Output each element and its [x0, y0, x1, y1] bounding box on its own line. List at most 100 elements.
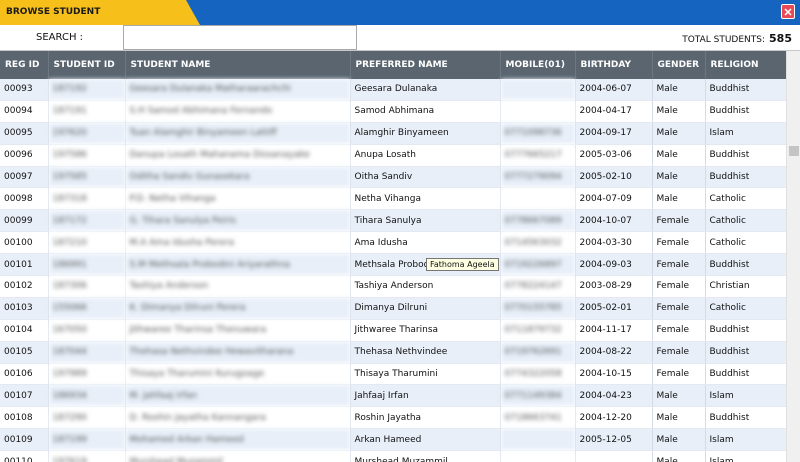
cell-mobile — [500, 428, 576, 452]
cell-student-id: 187192 — [48, 79, 126, 101]
cell-student-id: 187044 — [48, 341, 126, 364]
cell-reg-id: 00094 — [0, 100, 49, 123]
cell-mobile: 0719226897 — [500, 253, 576, 277]
cell-student-id: 197620 — [48, 122, 126, 145]
column-header-preferred-name[interactable]: PREFERRED NAME — [350, 51, 501, 79]
table-row[interactable]: 00097 197585 Oditha Sandiv Gunasekara Oitha… — [0, 166, 786, 189]
title-tab: BROWSE STUDENT — [0, 0, 200, 25]
table-row[interactable]: 00093 187192 Geesara Dulanaka Matharaarach… — [0, 79, 786, 101]
cell-preferred-name: Anupa Losath — [350, 144, 501, 167]
table-row[interactable]: 00101 186991 S.M Methsala Probodini Ariyar… — [0, 253, 786, 277]
title-bar: BROWSE STUDENT — [0, 0, 800, 25]
cell-student-id: 155066 — [48, 297, 126, 320]
column-header-student-id[interactable]: STUDENT ID — [48, 51, 126, 79]
cell-student-id: 197619 — [48, 450, 126, 462]
cell-reg-id: 00098 — [0, 187, 49, 211]
cell-mobile: 0714563032 — [500, 231, 576, 255]
cell-religion: Islam — [705, 384, 786, 408]
cell-reg-id: 00097 — [0, 166, 49, 189]
cell-gender: Male — [652, 100, 706, 123]
cell-student-id: 167050 — [48, 319, 126, 342]
table-row[interactable]: 00108 187290 D. Roshin Jayatha Kannangara R… — [0, 406, 786, 430]
cell-gender: Male — [652, 122, 706, 145]
column-header-student-name[interactable]: STUDENT NAME — [125, 51, 351, 79]
cell-mobile: 0778224147 — [500, 275, 576, 298]
cell-student-id: 187172 — [48, 209, 126, 233]
cell-gender: Female — [652, 297, 706, 320]
cell-reg-id: 00095 — [0, 122, 49, 145]
cell-student-name: M.A Ama Idusha Perera — [125, 231, 351, 255]
table-row[interactable]: 00103 155066 K. Dimanya Dilruni Perera Dima… — [0, 297, 786, 320]
student-grid[interactable]: REG ID STUDENT ID STUDENT NAME PREFERRED… — [0, 51, 786, 462]
cell-reg-id: 00102 — [0, 275, 49, 298]
search-bar: SEARCH : TOTAL STUDENTS: 585 — [0, 25, 800, 51]
cell-birthday: 2004-11-17 — [575, 319, 653, 342]
cell-mobile: 0711879732 — [500, 319, 576, 342]
vertical-scrollbar[interactable] — [786, 51, 800, 462]
cell-reg-id: 00103 — [0, 297, 49, 320]
cell-birthday: 2004-09-03 — [575, 253, 653, 277]
table-row[interactable]: 00099 187172 G. Tihara Sanulya Peiris Tihar… — [0, 209, 786, 233]
cell-preferred-name: Alamghir Binyameen — [350, 122, 501, 145]
table-row[interactable]: 00104 167050 Jithwaree Tharinsa Thenuwara J… — [0, 319, 786, 342]
table-row[interactable]: 00107 186934 M. Jahfaaj Irfan Jahfaaj Irfan… — [0, 384, 786, 408]
cell-religion: Buddhist — [705, 100, 786, 123]
table-row[interactable]: 00096 197586 Danupa Losath Mahanama Dissan… — [0, 144, 786, 167]
cell-student-name: M. Jahfaaj Irfan — [125, 384, 351, 408]
cell-preferred-name: Murshead Muzammil — [350, 450, 501, 462]
cell-gender: Male — [652, 450, 706, 462]
cell-birthday: 2004-08-22 — [575, 341, 653, 364]
close-button[interactable] — [781, 4, 795, 19]
table-row[interactable]: 00109 187199 Mohamed Arkan Hameed Arkan Ham… — [0, 428, 786, 452]
cell-religion: Buddhist — [705, 319, 786, 342]
column-header-reg-id[interactable]: REG ID — [0, 51, 49, 79]
cell-reg-id: 00109 — [0, 428, 49, 452]
cell-gender: Male — [652, 187, 706, 211]
table-row[interactable]: 00110 197619 Murshead Muzammil Murshead Muz… — [0, 450, 786, 462]
column-header-gender[interactable]: GENDER — [652, 51, 706, 79]
cell-gender: Male — [652, 406, 706, 430]
total-students-label: TOTAL STUDENTS: — [682, 35, 766, 45]
cell-birthday: 2005-12-05 — [575, 428, 653, 452]
cell-birthday: 2005-02-01 — [575, 297, 653, 320]
cell-gender: Female — [652, 275, 706, 298]
cell-preferred-name: Tihara Sanulya — [350, 209, 501, 233]
cell-preferred-name: Jahfaaj Irfan — [350, 384, 501, 408]
scrollbar-thumb[interactable] — [789, 146, 799, 156]
cell-birthday: 2004-10-07 — [575, 209, 653, 233]
cell-gender: Male — [652, 144, 706, 167]
cell-reg-id: 00099 — [0, 209, 49, 233]
cell-student-id: 187199 — [48, 428, 126, 452]
cell-preferred-name: Samod Abhimana — [350, 100, 501, 123]
column-header-religion[interactable]: RELIGION — [705, 51, 786, 79]
table-row[interactable]: 00102 187306 Tashiya Anderson Tashiya Ander… — [0, 275, 786, 298]
cell-mobile — [500, 100, 576, 123]
table-row[interactable]: 00106 197989 Thisaya Tharumini Kurugoage Th… — [0, 363, 786, 386]
cell-preferred-name: Thisaya Tharumini — [350, 363, 501, 386]
cell-preferred-name: Geesara Dulanaka — [350, 79, 501, 101]
cell-student-name: Thehasa Nethvindee Hewavitharana — [125, 341, 351, 364]
table-row[interactable]: 00094 187191 S.H Samod Abhimana Fernando Sa… — [0, 100, 786, 123]
cell-student-name: G. Tihara Sanulya Peiris — [125, 209, 351, 233]
cell-reg-id: 00108 — [0, 406, 49, 430]
cell-religion: Buddhist — [705, 79, 786, 101]
cell-gender: Female — [652, 231, 706, 255]
table-row[interactable]: 00100 187210 M.A Ama Idusha Perera Ama Idus… — [0, 231, 786, 255]
cell-student-id: 197989 — [48, 363, 126, 386]
search-input[interactable] — [123, 25, 357, 50]
cell-student-name: Jithwaree Tharinsa Thenuwara — [125, 319, 351, 342]
cell-mobile — [500, 79, 576, 101]
cell-student-id: 186991 — [48, 253, 126, 277]
table-row[interactable]: 00105 187044 Thehasa Nethvindee Hewavithar… — [0, 341, 786, 364]
cell-student-name: Tashiya Anderson — [125, 275, 351, 298]
cell-student-name: Danupa Losath Mahanama Dissanayake — [125, 144, 351, 167]
cell-gender: Female — [652, 319, 706, 342]
cell-gender: Female — [652, 341, 706, 364]
column-header-mobile[interactable]: MOBILE(01) — [500, 51, 576, 79]
table-row[interactable]: 00098 187318 P.D. Netha Vihanga Netha Vihan… — [0, 187, 786, 211]
cell-tooltip: Fathoma Ageela — [426, 258, 499, 271]
cell-mobile: 0774322058 — [500, 363, 576, 386]
column-header-birthday[interactable]: BIRTHDAY — [575, 51, 653, 79]
table-row[interactable]: 00095 197620 Tuan Alamghir Binyameen Latti… — [0, 122, 786, 145]
cell-student-id: 187191 — [48, 100, 126, 123]
